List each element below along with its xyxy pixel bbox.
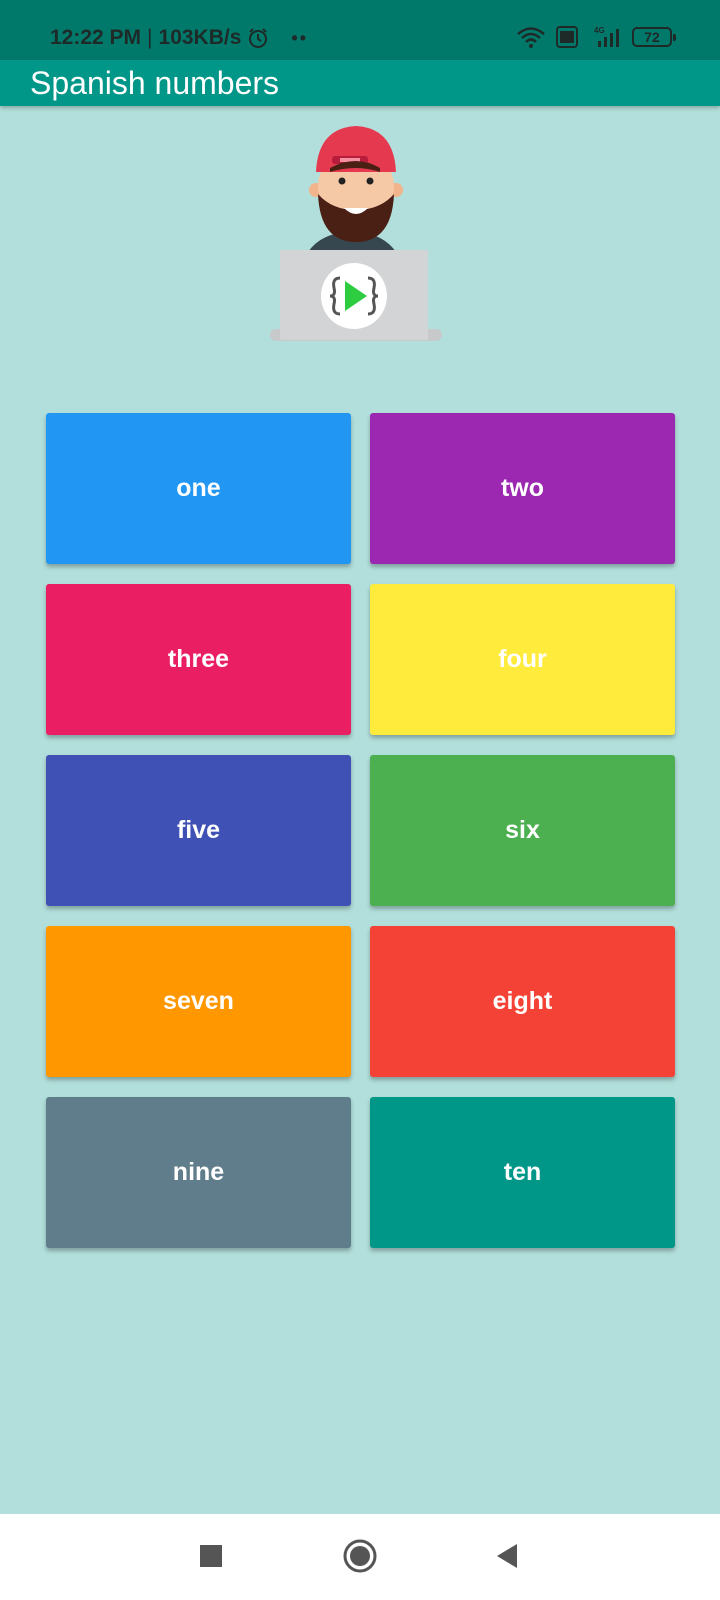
status-right: 4G 72 — [516, 25, 676, 49]
signal-icon: 4G — [588, 25, 622, 49]
number-button-nine[interactable]: nine — [46, 1097, 351, 1248]
back-button[interactable] — [485, 1536, 529, 1580]
status-time: 12:22 PM — [50, 26, 142, 49]
battery-indicator: 72 — [632, 27, 676, 47]
circle-icon — [343, 1539, 377, 1578]
navigation-bar — [0, 1514, 720, 1600]
number-button-eight[interactable]: eight — [370, 926, 675, 1077]
numbers-grid: one two three four five six seven eight … — [46, 413, 676, 1248]
recents-button[interactable] — [189, 1536, 233, 1580]
status-separator: | — [147, 26, 153, 49]
square-icon — [200, 1544, 222, 1572]
volte-icon — [556, 26, 578, 48]
number-button-three[interactable]: three — [46, 584, 351, 735]
notification-dots: •• — [291, 27, 309, 48]
alarm-icon — [247, 27, 269, 49]
wifi-icon — [516, 26, 546, 48]
number-button-one[interactable]: one — [46, 413, 351, 564]
status-speed: 103KB/s — [158, 26, 242, 49]
home-button[interactable] — [338, 1536, 382, 1580]
number-button-two[interactable]: two — [370, 413, 675, 564]
triangle-back-icon — [495, 1543, 519, 1574]
network-label: 4G — [594, 26, 605, 35]
app-bar: Spanish numbers — [0, 60, 720, 106]
status-bar: 12:22 PM | 103KB/s •• 4G 72 — [0, 0, 720, 60]
developer-mascot-logo — [270, 124, 450, 350]
number-button-ten[interactable]: ten — [370, 1097, 675, 1248]
number-button-five[interactable]: five — [46, 755, 351, 906]
status-left: 12:22 PM | 103KB/s •• — [50, 26, 308, 50]
number-button-six[interactable]: six — [370, 755, 675, 906]
number-button-four[interactable]: four — [370, 584, 675, 735]
number-button-seven[interactable]: seven — [46, 926, 351, 1077]
app-title: Spanish numbers — [30, 65, 280, 101]
